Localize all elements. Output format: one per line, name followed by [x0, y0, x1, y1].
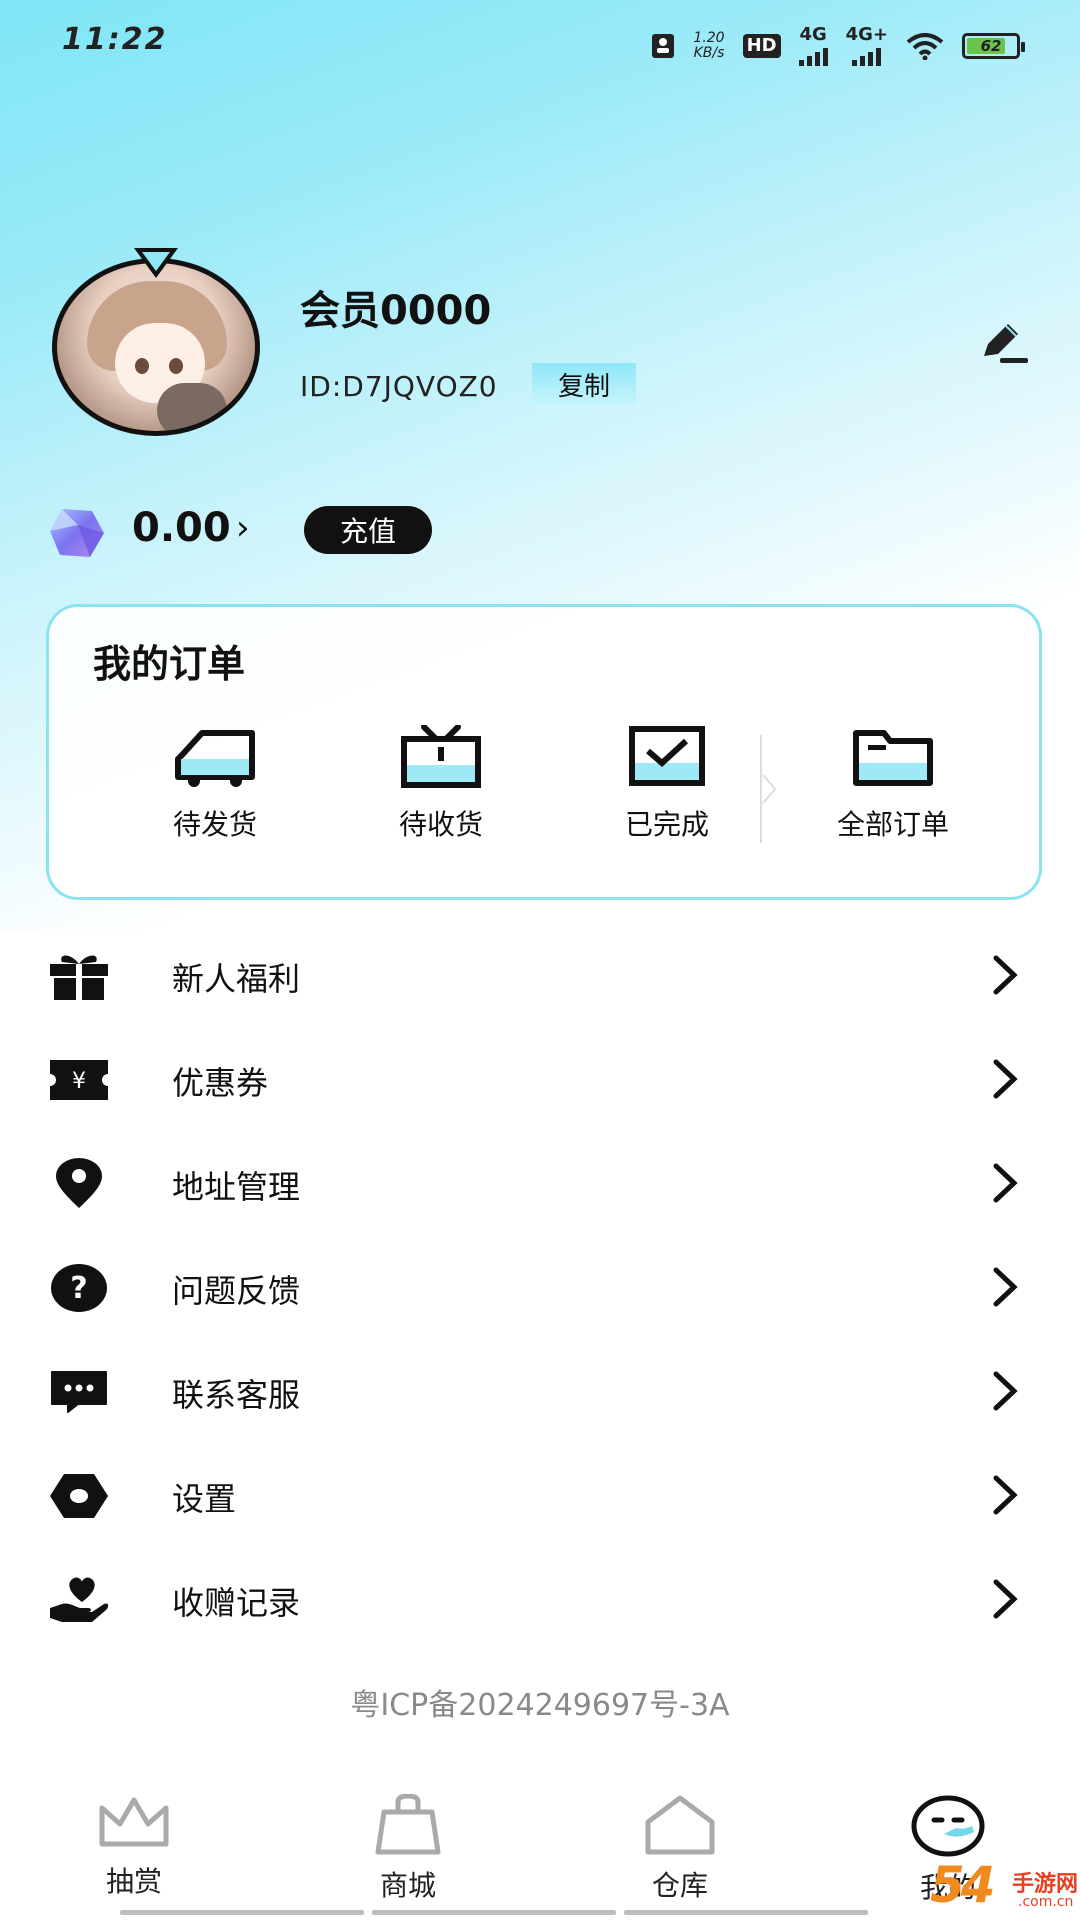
- hd-indicator: HD: [742, 34, 781, 58]
- order-completed-label: 已完成: [624, 808, 709, 841]
- folder-icon: [853, 730, 933, 786]
- watermark-domain: .com.cn: [1018, 1894, 1074, 1910]
- recharge-button[interactable]: 充值: [304, 506, 432, 554]
- chevron-right-icon: [993, 1267, 1018, 1307]
- username: 会员0000: [300, 288, 492, 334]
- heart-hand-icon: [50, 1577, 109, 1622]
- tab-underline: [372, 1910, 616, 1915]
- order-pending-receipt-label: 待收货: [398, 808, 483, 841]
- my-orders-card: 我的订单 待发货 待收货 已完成 全部订单: [46, 604, 1042, 900]
- net-speed-unit: KB/s: [693, 45, 725, 61]
- tab-underline: [120, 1910, 364, 1915]
- settings-hexagon-icon: [50, 1474, 108, 1518]
- tab-lottery-label: 抽赏: [105, 1865, 162, 1898]
- order-completed[interactable]: 已完成: [567, 725, 767, 843]
- crown-icon: [99, 1797, 169, 1847]
- site-watermark: 54 手游网 .com.cn: [930, 1856, 1080, 1920]
- question-icon: ?: [51, 1264, 107, 1312]
- status-bar: 11:22 1.20 KB/s HD 4G 4G+ 62: [0, 0, 1080, 80]
- svg-text:¥: ¥: [72, 1069, 86, 1094]
- coupon-icon: ¥: [50, 1060, 108, 1100]
- chevron-right-icon: [993, 1059, 1018, 1099]
- tab-lottery[interactable]: 抽赏: [44, 1794, 224, 1900]
- truck-icon: [175, 730, 255, 787]
- order-all[interactable]: 全部订单: [793, 725, 993, 843]
- menu-item-gift-records[interactable]: 收赠记录: [0, 1548, 1080, 1652]
- order-divider-chevron: [760, 735, 777, 843]
- menu-item-label: 优惠券: [172, 1064, 269, 1102]
- order-pending-shipment-label: 待发货: [172, 808, 257, 841]
- tab-underline: [624, 1910, 868, 1915]
- battery-icon: 62: [962, 33, 1025, 59]
- menu-item-label: 联系客服: [172, 1376, 301, 1414]
- tv-box-icon: [401, 725, 481, 788]
- order-pending-receipt[interactable]: 待收货: [341, 725, 541, 843]
- copy-id-button[interactable]: 复制: [532, 363, 636, 405]
- wifi-icon: [906, 33, 944, 60]
- menu-item-new-user-benefits[interactable]: 新人福利: [0, 924, 1080, 1028]
- tab-warehouse[interactable]: 仓库: [590, 1794, 770, 1904]
- sim2-label: 4G+: [845, 24, 888, 45]
- checkmark-box-icon: [629, 726, 705, 786]
- edit-pencil-icon[interactable]: [978, 320, 1030, 364]
- bottom-tab-bar: 抽赏 商城 仓库 我的: [0, 1780, 1080, 1920]
- menu-item-coupons[interactable]: ¥ 优惠券: [0, 1028, 1080, 1132]
- balance-value[interactable]: 0.00: [132, 505, 231, 551]
- avatar-image: [52, 258, 260, 436]
- contact-card-icon: [652, 34, 675, 58]
- gift-icon: [50, 955, 108, 1000]
- tab-mall[interactable]: 商城: [318, 1794, 498, 1904]
- sim2-signal: 4G+: [846, 26, 888, 66]
- menu-item-settings[interactable]: 设置: [0, 1444, 1080, 1548]
- order-pending-shipment[interactable]: 待发货: [115, 725, 315, 843]
- shopping-bag-icon: [375, 1794, 441, 1855]
- svg-text:?: ?: [70, 1271, 87, 1306]
- balance-arrow[interactable]: ›: [236, 508, 250, 548]
- menu-item-label: 新人福利: [172, 960, 301, 998]
- menu-item-label: 收赠记录: [172, 1584, 301, 1622]
- menu-item-label: 设置: [172, 1480, 237, 1518]
- menu-item-address-management[interactable]: 地址管理: [0, 1132, 1080, 1236]
- icp-license-text: 粤ICP备2024249697号-3A: [350, 1688, 730, 1723]
- orders-title: 我的订单: [93, 642, 246, 686]
- avatar-badge-icon: [134, 248, 178, 278]
- tab-warehouse-label: 仓库: [651, 1869, 708, 1902]
- menu-item-customer-service[interactable]: 联系客服: [0, 1340, 1080, 1444]
- user-id: ID:D7JQVOZ0: [300, 370, 498, 403]
- status-time: 11:22: [62, 22, 168, 57]
- tab-mall-label: 商城: [379, 1869, 436, 1902]
- house-icon: [645, 1795, 715, 1855]
- smiley-face-icon: [911, 1795, 985, 1857]
- chevron-right-icon: [993, 1579, 1018, 1619]
- net-speed-value: 1.20: [693, 30, 725, 46]
- order-all-label: 全部订单: [836, 808, 949, 841]
- net-speed: 1.20 KB/s: [693, 31, 724, 61]
- sim1-label: 4G: [799, 24, 827, 45]
- menu-item-label: 地址管理: [172, 1168, 301, 1206]
- chevron-right-icon: [993, 1475, 1018, 1515]
- chevron-right-icon: [993, 955, 1018, 995]
- signal-bars-icon: [798, 44, 828, 66]
- signal-bars-icon: [852, 44, 882, 66]
- battery-level: 62: [980, 37, 1002, 55]
- diamond-gem-icon: [50, 509, 104, 557]
- location-pin-icon: [56, 1158, 102, 1208]
- chevron-right-icon: [993, 1163, 1018, 1203]
- watermark-logo: 54: [930, 1856, 996, 1914]
- chevron-right-icon: [993, 1371, 1018, 1411]
- status-icons: 1.20 KB/s HD 4G 4G+ 62: [651, 24, 1025, 66]
- menu-item-feedback[interactable]: ? 问题反馈: [0, 1236, 1080, 1340]
- avatar[interactable]: [52, 248, 260, 436]
- menu-item-label: 问题反馈: [172, 1272, 301, 1310]
- chat-bubble-icon: [51, 1371, 107, 1413]
- sim1-signal: 4G: [798, 24, 828, 66]
